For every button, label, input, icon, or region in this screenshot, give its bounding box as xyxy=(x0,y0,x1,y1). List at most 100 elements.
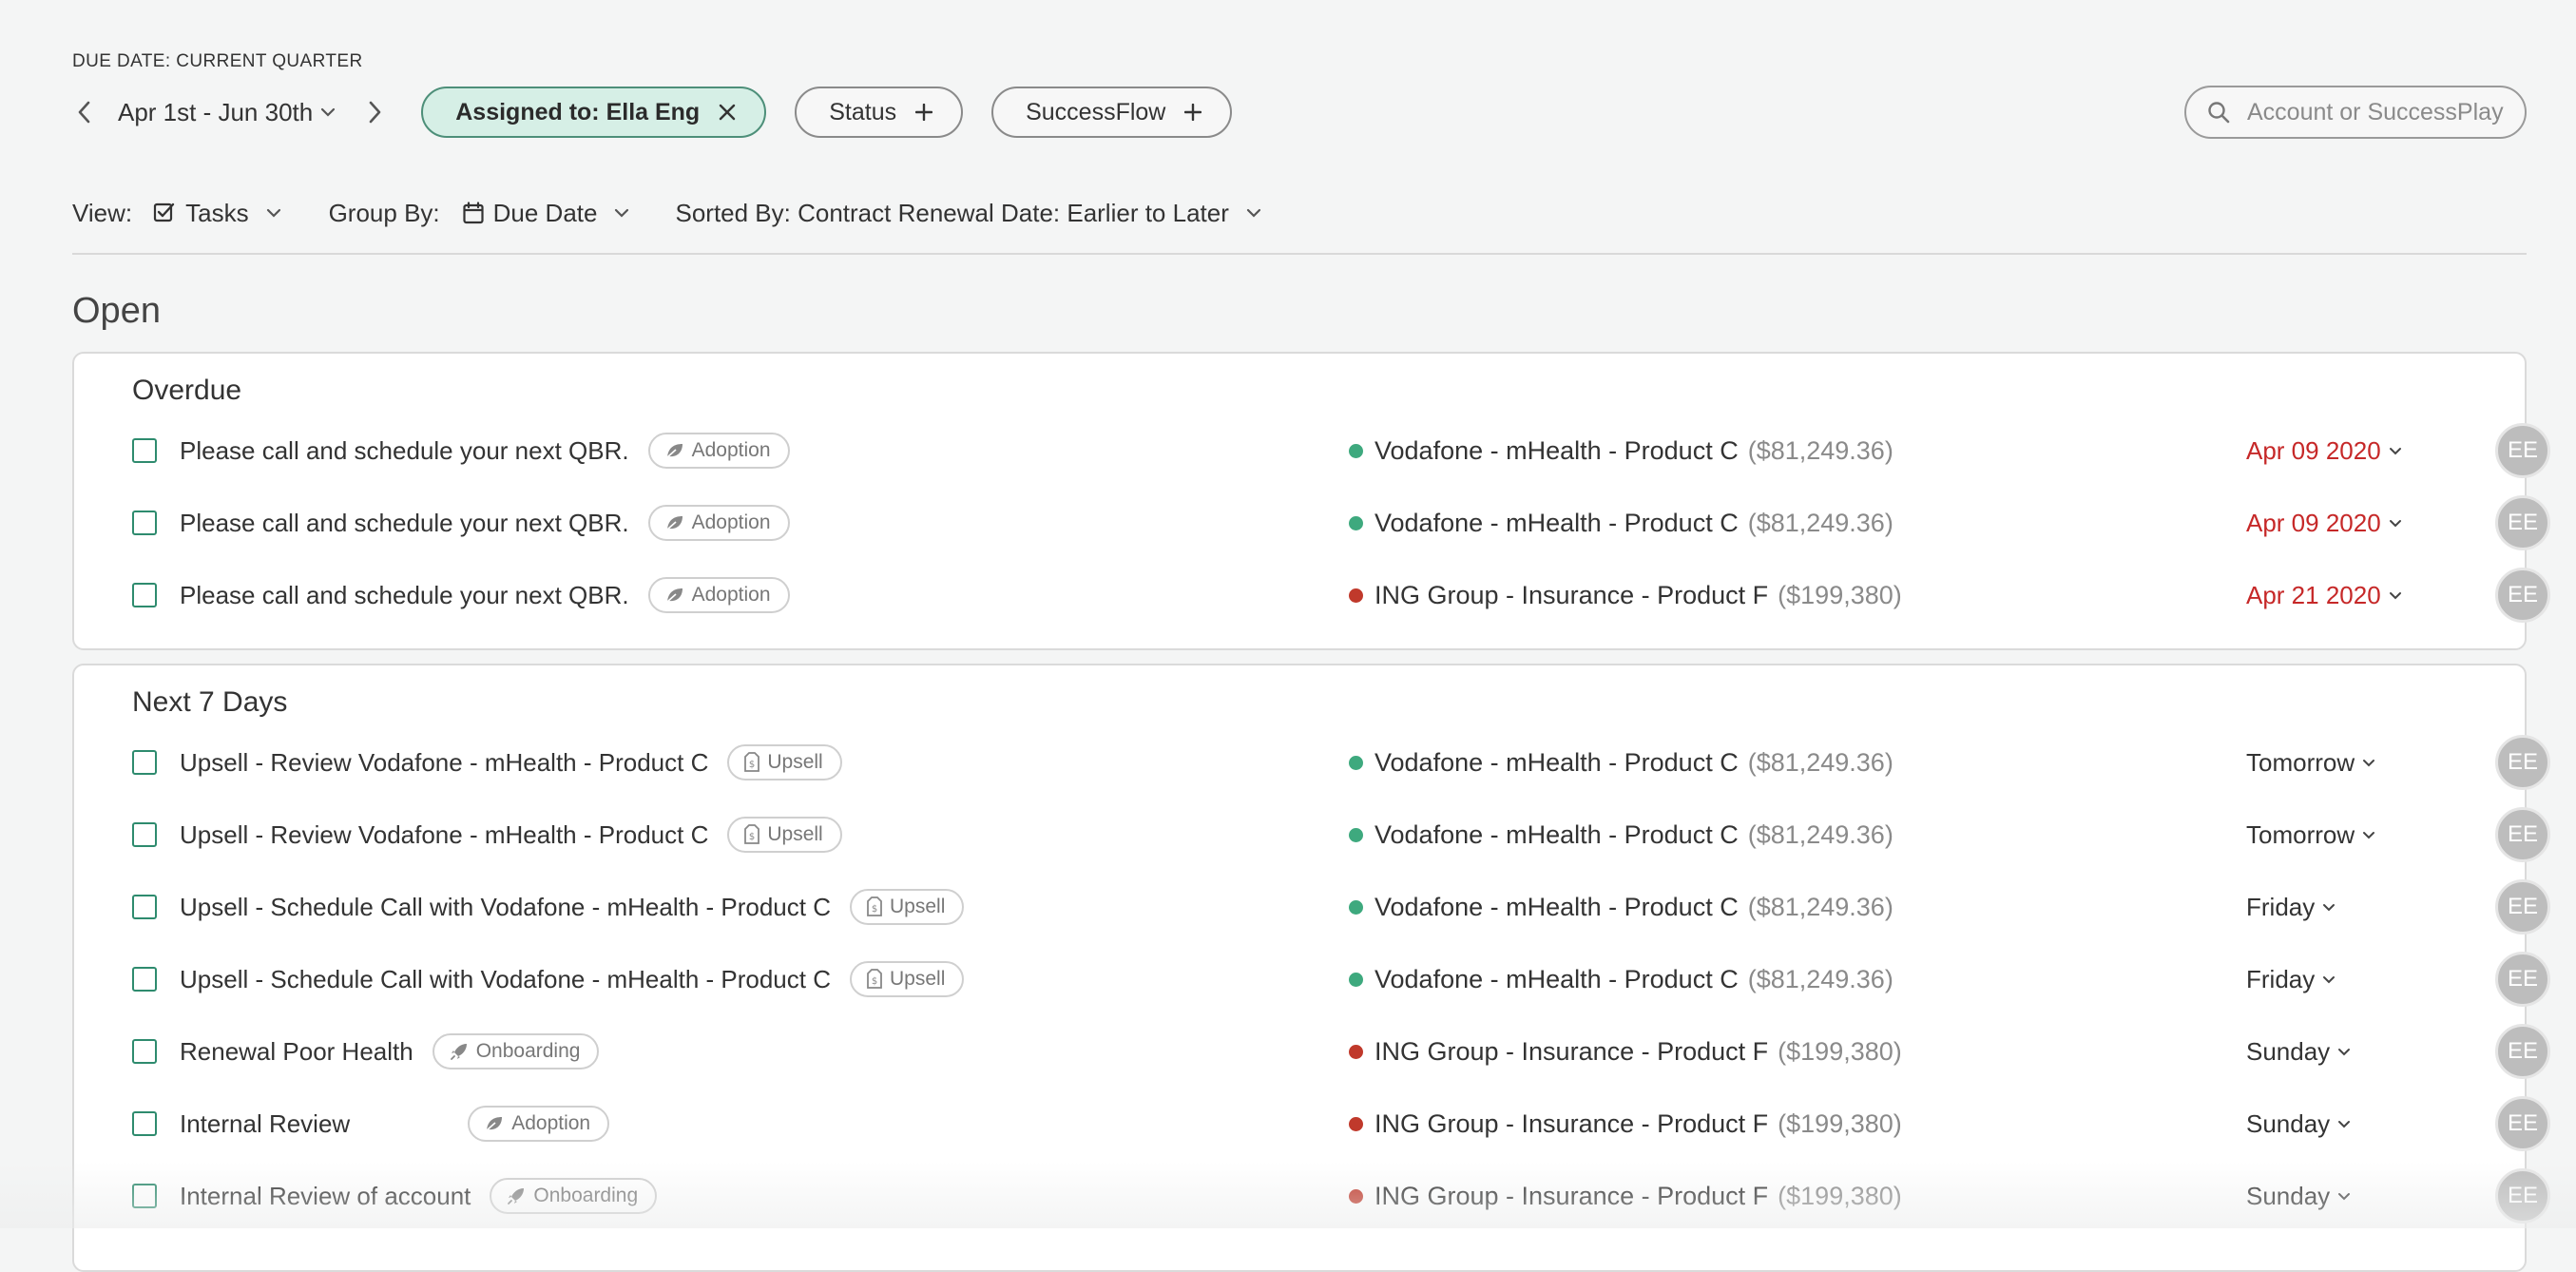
checkbox-checked-icon xyxy=(154,202,175,222)
table-row[interactable]: Please call and schedule your next QBR. … xyxy=(132,487,2550,559)
due-date-dropdown[interactable]: Apr 21 2020 xyxy=(2246,581,2402,610)
due-date-dropdown[interactable]: Sunday xyxy=(2246,1037,2351,1067)
due-date-dropdown[interactable]: Tomorrow xyxy=(2246,820,2375,850)
successplay-tag: Adoption xyxy=(468,1106,610,1142)
avatar[interactable]: EE xyxy=(2495,807,2550,862)
prev-period-button[interactable] xyxy=(72,101,95,124)
account-name: Vodafone - mHealth - Product C xyxy=(1375,964,1739,993)
table-row[interactable]: Please call and schedule your next QBR. … xyxy=(132,559,2550,631)
task-checkbox[interactable] xyxy=(132,1039,157,1064)
group-by-dropdown[interactable]: Due Date xyxy=(463,199,630,228)
avatar[interactable]: EE xyxy=(2495,1168,2550,1224)
assigned-to-filter-pill[interactable]: Assigned to: Ella Eng xyxy=(421,87,767,138)
due-date-dropdown[interactable]: Sunday xyxy=(2246,1109,2351,1139)
due-date-dropdown[interactable]: Friday xyxy=(2246,965,2336,994)
due-date-text: Friday xyxy=(2246,964,2316,993)
table-row[interactable]: Internal Review of account Onboarding IN… xyxy=(132,1160,2550,1232)
account-amount: ($199,380) xyxy=(1778,580,1902,609)
task-name[interactable]: Renewal Poor Health xyxy=(180,1037,413,1067)
task-checkbox[interactable] xyxy=(132,750,157,775)
due-date-text: Sunday xyxy=(2246,1108,2331,1138)
task-name[interactable]: Upsell - Review Vodafone - mHealth - Pro… xyxy=(180,748,708,778)
task-name[interactable]: Internal Review xyxy=(180,1109,350,1139)
task-checkbox[interactable] xyxy=(132,583,157,607)
remove-filter-button[interactable] xyxy=(719,104,736,121)
account-amount: ($199,380) xyxy=(1778,1036,1902,1066)
account-link[interactable]: ING Group - Insurance - Product F ($199,… xyxy=(1349,581,1902,610)
account-link[interactable]: Vodafone - mHealth - Product C ($81,249.… xyxy=(1349,965,1894,994)
avatar[interactable]: EE xyxy=(2495,568,2550,623)
account-name: ING Group - Insurance - Product F xyxy=(1375,1181,1769,1210)
plus-icon xyxy=(915,104,933,121)
task-name[interactable]: Please call and schedule your next QBR. xyxy=(180,436,629,466)
successplay-tag: Onboarding xyxy=(490,1178,658,1214)
chevron-down-icon xyxy=(2363,831,2375,838)
health-indicator xyxy=(1349,515,1363,530)
task-name[interactable]: Upsell - Schedule Call with Vodafone - m… xyxy=(180,893,831,922)
table-row[interactable]: Upsell - Review Vodafone - mHealth - Pro… xyxy=(132,726,2550,799)
search-box[interactable] xyxy=(2184,86,2527,139)
task-checkbox[interactable] xyxy=(132,1184,157,1208)
table-row[interactable]: Upsell - Schedule Call with Vodafone - m… xyxy=(132,871,2550,943)
view-dropdown[interactable]: Tasks xyxy=(153,199,280,228)
health-indicator xyxy=(1349,588,1363,603)
successflow-filter-pill[interactable]: SuccessFlow xyxy=(991,87,1233,138)
task-checkbox[interactable] xyxy=(132,438,157,463)
task-checkbox[interactable] xyxy=(132,895,157,919)
avatar[interactable]: EE xyxy=(2495,1096,2550,1151)
avatar[interactable]: EE xyxy=(2495,879,2550,935)
next-period-button[interactable] xyxy=(364,101,387,124)
tag-label: Adoption xyxy=(691,511,771,533)
health-indicator xyxy=(1349,1116,1363,1131)
chevron-down-icon xyxy=(2323,975,2336,983)
chevron-down-icon xyxy=(615,208,629,218)
task-group-overdue: Overdue Please call and schedule your ne… xyxy=(72,352,2550,650)
sort-dropdown[interactable]: Sorted By: Contract Renewal Date: Earlie… xyxy=(675,199,1260,228)
status-filter-pill[interactable]: Status xyxy=(795,87,964,138)
task-name[interactable]: Please call and schedule your next QBR. xyxy=(180,509,629,538)
task-name[interactable]: Internal Review of account xyxy=(180,1182,471,1211)
due-date-dropdown[interactable]: Sunday xyxy=(2246,1182,2351,1211)
task-name[interactable]: Upsell - Review Vodafone - mHealth - Pro… xyxy=(180,820,708,850)
account-amount: ($199,380) xyxy=(1778,1108,1902,1138)
account-amount: ($81,249.36) xyxy=(1747,819,1894,849)
table-row[interactable]: Please call and schedule your next QBR. … xyxy=(132,414,2550,487)
avatar[interactable]: EE xyxy=(2495,495,2550,550)
task-checkbox[interactable] xyxy=(132,967,157,992)
task-name[interactable]: Please call and schedule your next QBR. xyxy=(180,581,629,610)
task-name[interactable]: Upsell - Schedule Call with Vodafone - m… xyxy=(180,965,831,994)
account-link[interactable]: ING Group - Insurance - Product F ($199,… xyxy=(1349,1182,1902,1211)
table-row[interactable]: Upsell - Review Vodafone - mHealth - Pro… xyxy=(132,799,2550,871)
due-date-dropdown[interactable]: Friday xyxy=(2246,893,2336,922)
due-date-dropdown[interactable]: Apr 09 2020 xyxy=(2246,436,2402,466)
avatar[interactable]: EE xyxy=(2495,952,2550,1007)
account-link[interactable]: Vodafone - mHealth - Product C ($81,249.… xyxy=(1349,748,1894,778)
task-checkbox[interactable] xyxy=(132,1111,157,1136)
avatar[interactable]: EE xyxy=(2495,1024,2550,1079)
account-link[interactable]: ING Group - Insurance - Product F ($199,… xyxy=(1349,1109,1902,1139)
due-date-text: Tomorrow xyxy=(2246,819,2355,849)
table-row[interactable]: Upsell - Schedule Call with Vodafone - m… xyxy=(132,943,2550,1015)
date-range-dropdown[interactable]: Apr 1st - Jun 30th xyxy=(118,98,336,127)
avatar[interactable]: EE xyxy=(2495,735,2550,790)
account-link[interactable]: Vodafone - mHealth - Product C ($81,249.… xyxy=(1349,509,1894,538)
chevron-down-icon xyxy=(2338,1048,2351,1055)
health-indicator xyxy=(1349,1188,1363,1204)
search-input[interactable] xyxy=(2245,97,2515,127)
due-date-dropdown[interactable]: Tomorrow xyxy=(2246,748,2375,778)
health-indicator xyxy=(1349,827,1363,842)
table-row[interactable]: Renewal Poor Health Onboarding ING Group… xyxy=(132,1015,2550,1088)
due-date-label: DUE DATE: CURRENT QUARTER xyxy=(72,51,363,71)
account-link[interactable]: Vodafone - mHealth - Product C ($81,249.… xyxy=(1349,436,1894,466)
successplay-tag: Adoption xyxy=(647,433,790,469)
task-checkbox[interactable] xyxy=(132,511,157,535)
account-link[interactable]: ING Group - Insurance - Product F ($199,… xyxy=(1349,1037,1902,1067)
date-range-text: Apr 1st - Jun 30th xyxy=(118,97,314,126)
svg-text:$: $ xyxy=(749,832,755,842)
task-checkbox[interactable] xyxy=(132,822,157,847)
avatar[interactable]: EE xyxy=(2495,423,2550,478)
account-link[interactable]: Vodafone - mHealth - Product C ($81,249.… xyxy=(1349,820,1894,850)
account-link[interactable]: Vodafone - mHealth - Product C ($81,249.… xyxy=(1349,893,1894,922)
table-row[interactable]: Internal Review Adoption ING Group - Ins… xyxy=(132,1088,2550,1160)
due-date-dropdown[interactable]: Apr 09 2020 xyxy=(2246,509,2402,538)
